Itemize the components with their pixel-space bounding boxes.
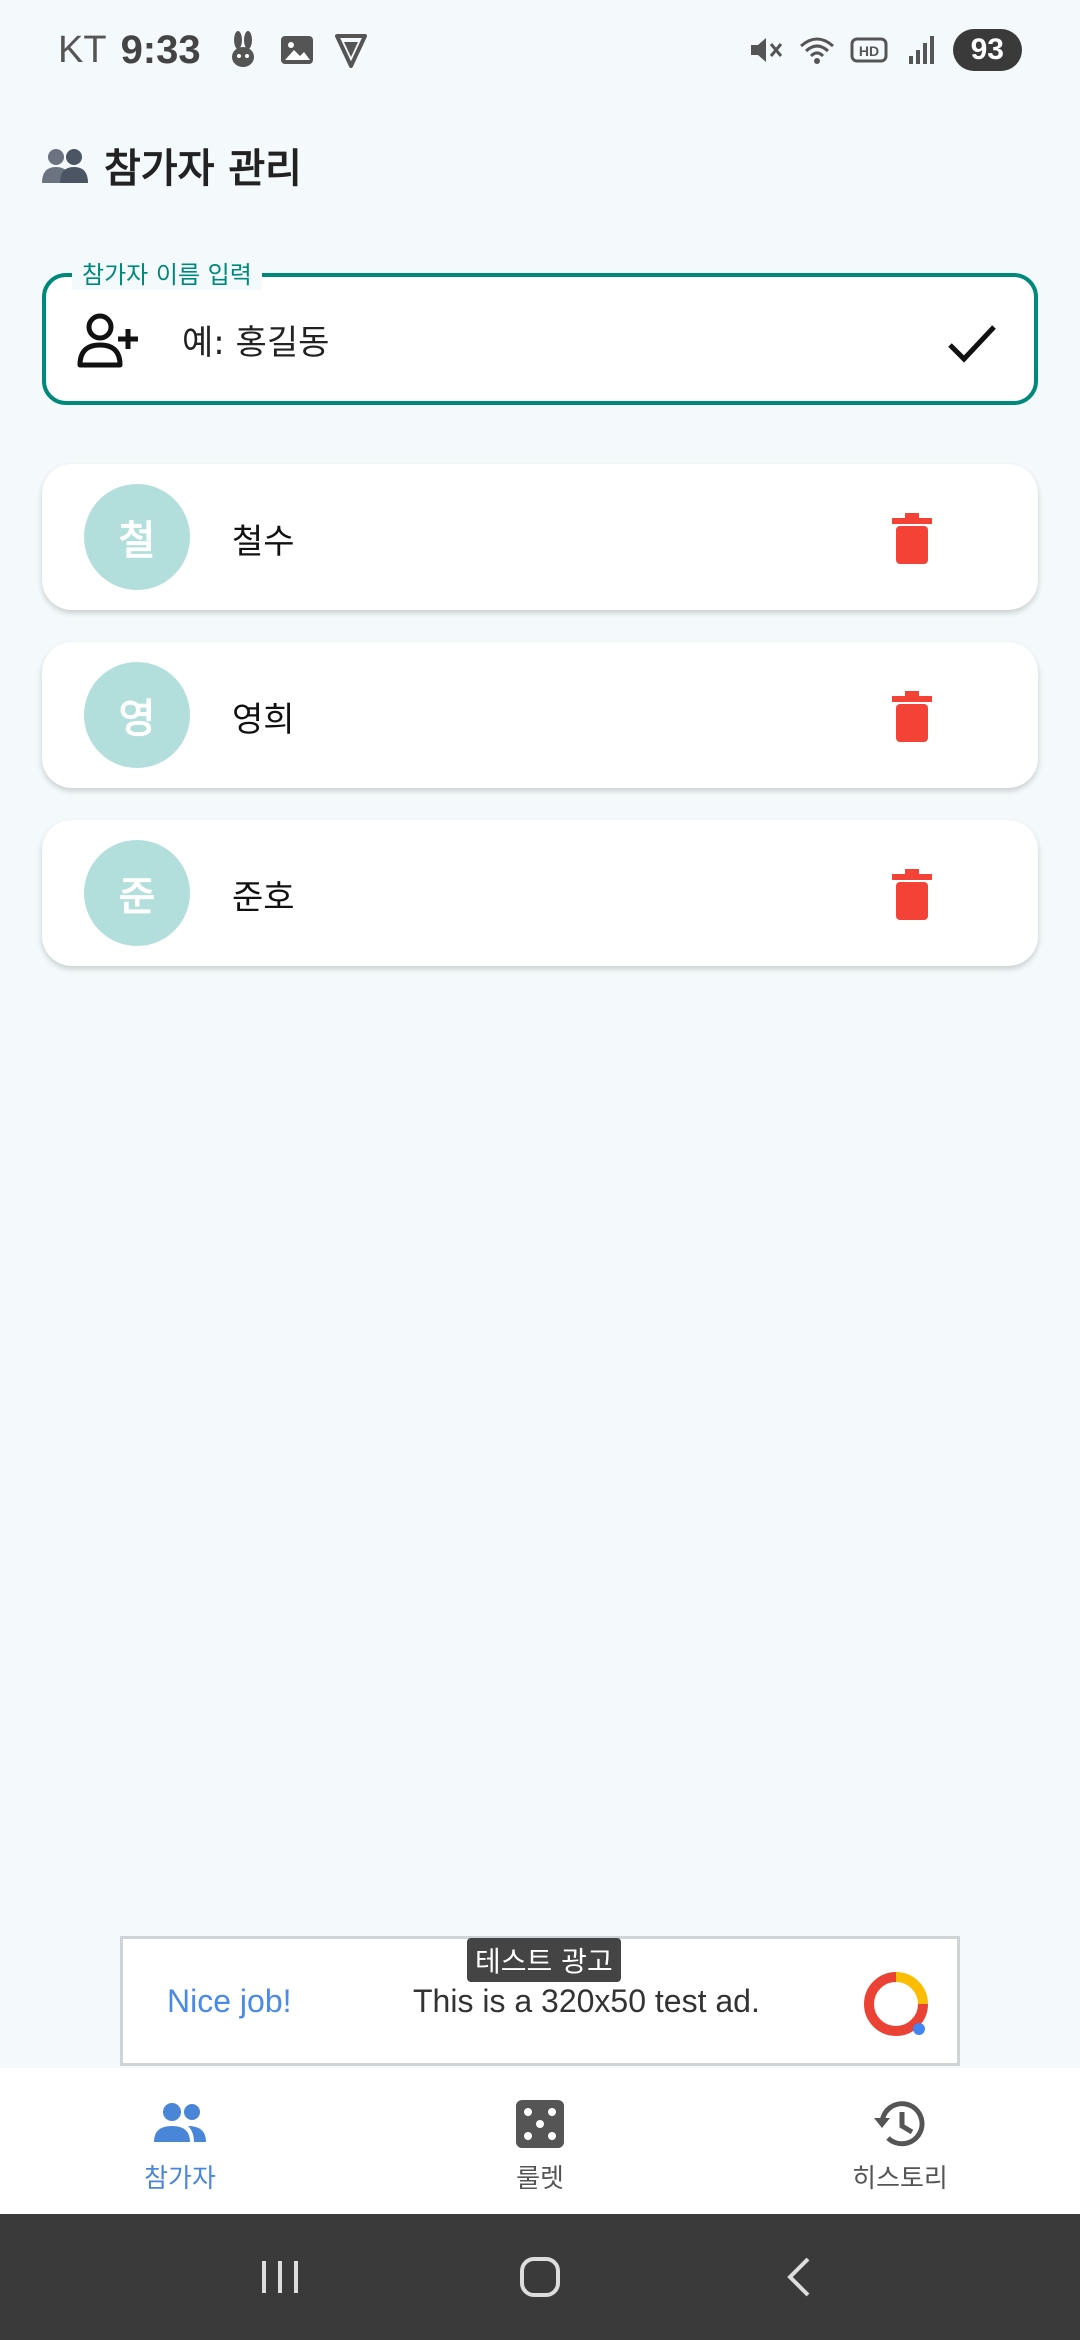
image-icon xyxy=(280,36,313,64)
back-button[interactable] xyxy=(770,2247,830,2307)
participant-name: 영희 xyxy=(232,700,295,740)
avatar: 영 xyxy=(84,662,190,768)
avatar: 준 xyxy=(84,840,190,946)
wifi-icon xyxy=(799,37,834,64)
dice-icon xyxy=(516,2100,564,2148)
confirm-add-button[interactable] xyxy=(944,315,1000,371)
delete-button[interactable] xyxy=(884,510,940,566)
group-icon xyxy=(42,149,88,183)
svg-text:HD: HD xyxy=(859,43,879,59)
hd-icon: HD xyxy=(850,37,888,63)
nav-label: 참가자 xyxy=(144,2164,216,2194)
participant-name-field[interactable]: 참가자 이름 입력 xyxy=(42,255,1038,405)
delete-button[interactable] xyxy=(884,866,940,922)
clock: 9:33 xyxy=(120,27,201,72)
avatar: 철 xyxy=(84,484,190,590)
vpn-shield-icon xyxy=(334,34,367,68)
history-icon xyxy=(874,2101,925,2147)
recent-apps-button[interactable] xyxy=(250,2247,310,2307)
rabbit-icon xyxy=(231,31,254,67)
ad-text: This is a 320x50 test ad. xyxy=(413,1983,760,2019)
list-item: 영 영희 xyxy=(42,642,1038,788)
participant-name: 준호 xyxy=(232,878,295,918)
mute-icon xyxy=(750,38,782,62)
person-add-icon xyxy=(77,313,138,368)
battery-indicator: 93 xyxy=(952,29,1022,71)
nav-label: 룰렛 xyxy=(516,2164,564,2194)
bottom-navigation: 참가자 룰렛 히스토리 xyxy=(0,2068,1080,2214)
system-navigation-bar xyxy=(0,2214,1080,2340)
ads-logo-icon xyxy=(864,1972,928,2036)
ad-headline: Nice job! xyxy=(167,1983,292,2019)
nav-tab-history[interactable]: 히스토리 xyxy=(720,2068,1080,2214)
page-title: 참가자 관리 xyxy=(104,146,302,192)
nav-tab-roulette[interactable]: 룰렛 xyxy=(360,2068,720,2214)
list-item: 준 준호 xyxy=(42,820,1038,966)
participant-name-input[interactable] xyxy=(182,315,942,371)
participant-name: 철수 xyxy=(232,522,295,562)
app-header: 참가자 관리 xyxy=(40,125,302,205)
status-bar: KT 9:33 HD 93 xyxy=(0,0,1080,100)
nav-label: 히스토리 xyxy=(852,2164,948,2194)
delete-button[interactable] xyxy=(884,688,940,744)
home-button[interactable] xyxy=(510,2247,570,2307)
ad-banner[interactable]: 테스트 광고 Nice job! This is a 320x50 test a… xyxy=(120,1936,960,2066)
ad-badge: 테스트 광고 xyxy=(467,1938,621,1982)
signal-icon xyxy=(908,36,934,64)
nav-tab-participants[interactable]: 참가자 xyxy=(0,2068,360,2214)
carrier-label: KT xyxy=(58,28,107,71)
list-item: 철 철수 xyxy=(42,464,1038,610)
people-icon xyxy=(154,2103,206,2142)
input-label: 참가자 이름 입력 xyxy=(72,255,262,290)
